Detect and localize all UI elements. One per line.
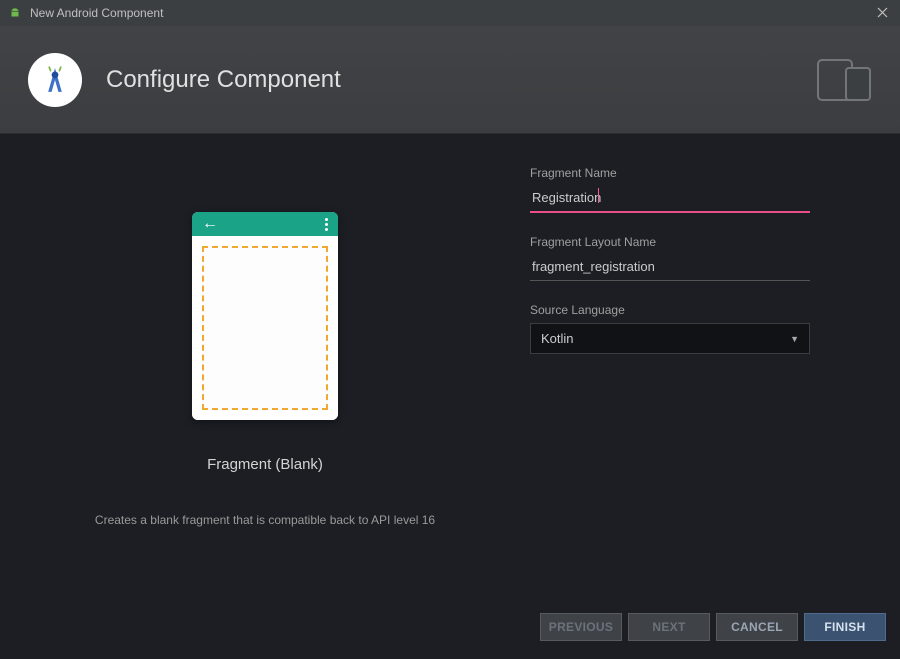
android-studio-logo [28, 53, 82, 107]
back-arrow-icon: ← [202, 216, 218, 232]
layout-name-label: Fragment Layout Name [530, 235, 810, 249]
preview-title: Fragment (Blank) [207, 456, 323, 473]
page-title: Configure Component [106, 66, 341, 94]
fragment-name-group: Fragment Name [530, 166, 810, 213]
form-panel: Fragment Name Fragment Layout Name Sourc… [530, 134, 900, 594]
source-language-label: Source Language [530, 303, 810, 317]
header-left: Configure Component [28, 53, 341, 107]
previous-button[interactable]: PREVIOUS [540, 613, 622, 641]
layout-name-input[interactable] [530, 255, 810, 281]
overflow-menu-icon [325, 218, 328, 231]
next-button[interactable]: NEXT [628, 613, 710, 641]
preview-description: Creates a blank fragment that is compati… [95, 513, 435, 527]
close-icon [877, 7, 888, 18]
chevron-down-icon: ▼ [790, 334, 799, 344]
cancel-button[interactable]: CANCEL [716, 613, 798, 641]
text-cursor [598, 188, 599, 203]
source-language-select[interactable]: Kotlin ▼ [530, 323, 810, 354]
finish-button[interactable]: FINISH [804, 613, 886, 641]
phone-body [192, 236, 338, 420]
phone-mockup: ← [192, 212, 338, 420]
phone-appbar: ← [192, 212, 338, 236]
window-title: New Android Component [30, 6, 163, 20]
fragment-name-input[interactable] [530, 186, 810, 213]
source-language-value: Kotlin [541, 331, 574, 346]
close-button[interactable] [872, 5, 892, 21]
devices-icon [816, 58, 872, 102]
titlebar-left: New Android Component [8, 6, 163, 20]
source-language-group: Source Language Kotlin ▼ [530, 303, 810, 354]
android-icon [8, 6, 22, 20]
window-titlebar: New Android Component [0, 0, 900, 26]
footer-buttons: PREVIOUS NEXT CANCEL FINISH [540, 613, 886, 641]
layout-name-group: Fragment Layout Name [530, 235, 810, 281]
dialog-header: Configure Component [0, 26, 900, 134]
preview-panel: ← Fragment (Blank) Creates a blank fragm… [0, 134, 530, 594]
fragment-name-label: Fragment Name [530, 166, 810, 180]
content-area: ← Fragment (Blank) Creates a blank fragm… [0, 134, 900, 594]
fragment-placeholder [202, 246, 328, 410]
